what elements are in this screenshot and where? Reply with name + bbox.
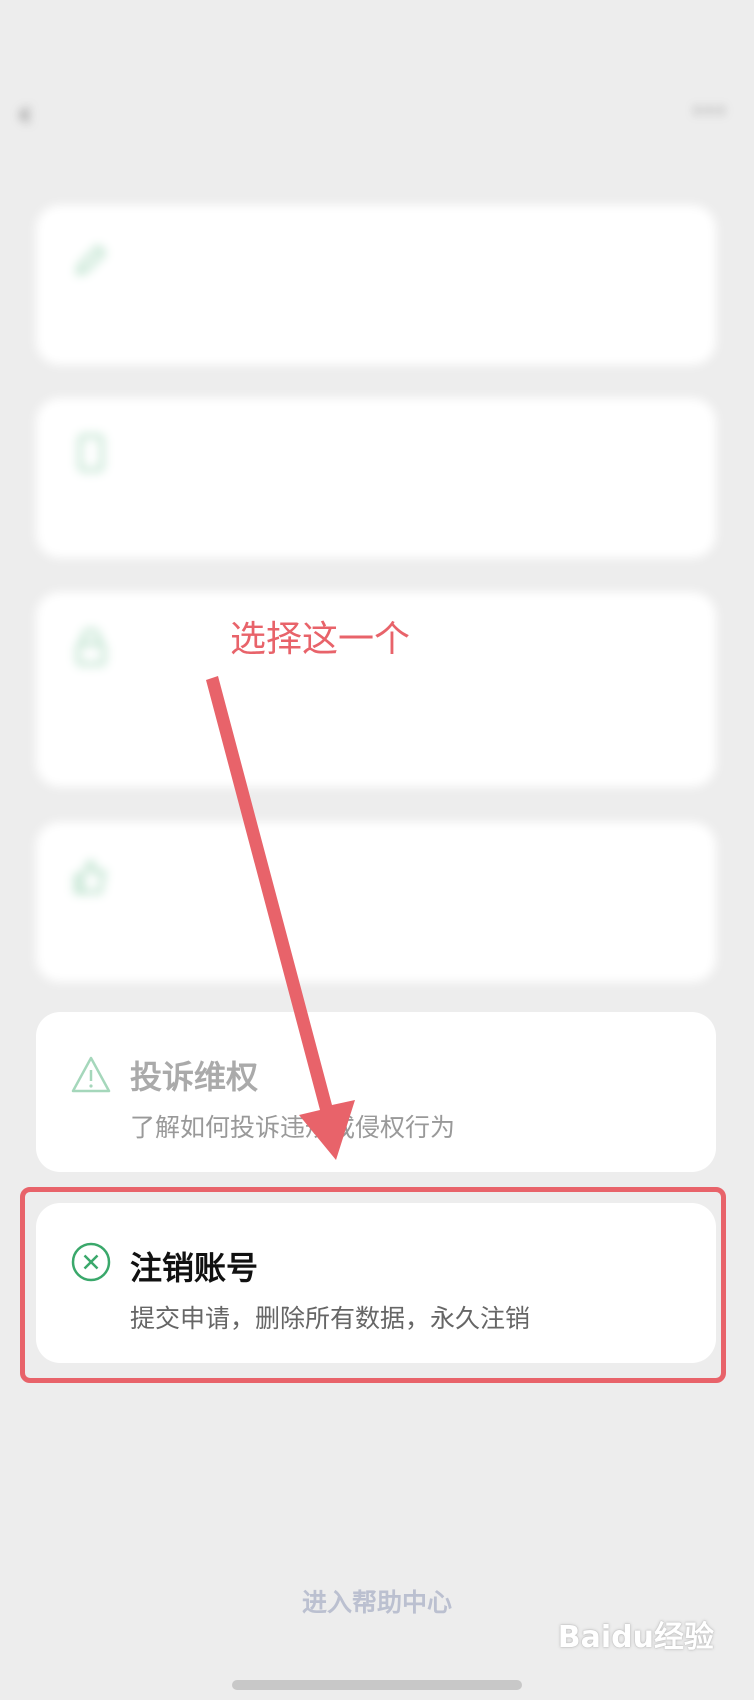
- pencil-icon: [75, 244, 107, 276]
- nav-bar: ‹ ⋯: [0, 78, 754, 150]
- thumbs-up-icon: [74, 860, 106, 894]
- complaint-desc: 了解如何投诉违规或侵权行为: [130, 1113, 456, 1142]
- lock-icon: [76, 628, 106, 666]
- more-icon[interactable]: ⋯: [692, 90, 726, 130]
- back-icon[interactable]: ‹: [18, 94, 32, 134]
- phone-icon: [78, 434, 104, 472]
- card-item-4[interactable]: [36, 822, 716, 982]
- watermark: Baidu经验: [557, 1620, 714, 1655]
- home-indicator: [232, 1680, 522, 1690]
- blurred-background: ‹ ⋯: [0, 0, 754, 1000]
- status-bar: [0, 0, 754, 70]
- annotation-text: 选择这一个: [230, 619, 411, 660]
- card-item-2[interactable]: [36, 398, 716, 558]
- card-item-1[interactable]: [36, 205, 716, 365]
- warning-triangle-icon: [71, 1056, 111, 1093]
- complaint-card[interactable]: 投诉维权 了解如何投诉违规或侵权行为: [36, 1012, 716, 1172]
- complaint-title: 投诉维权: [130, 1058, 259, 1096]
- highlight-box: [20, 1187, 726, 1383]
